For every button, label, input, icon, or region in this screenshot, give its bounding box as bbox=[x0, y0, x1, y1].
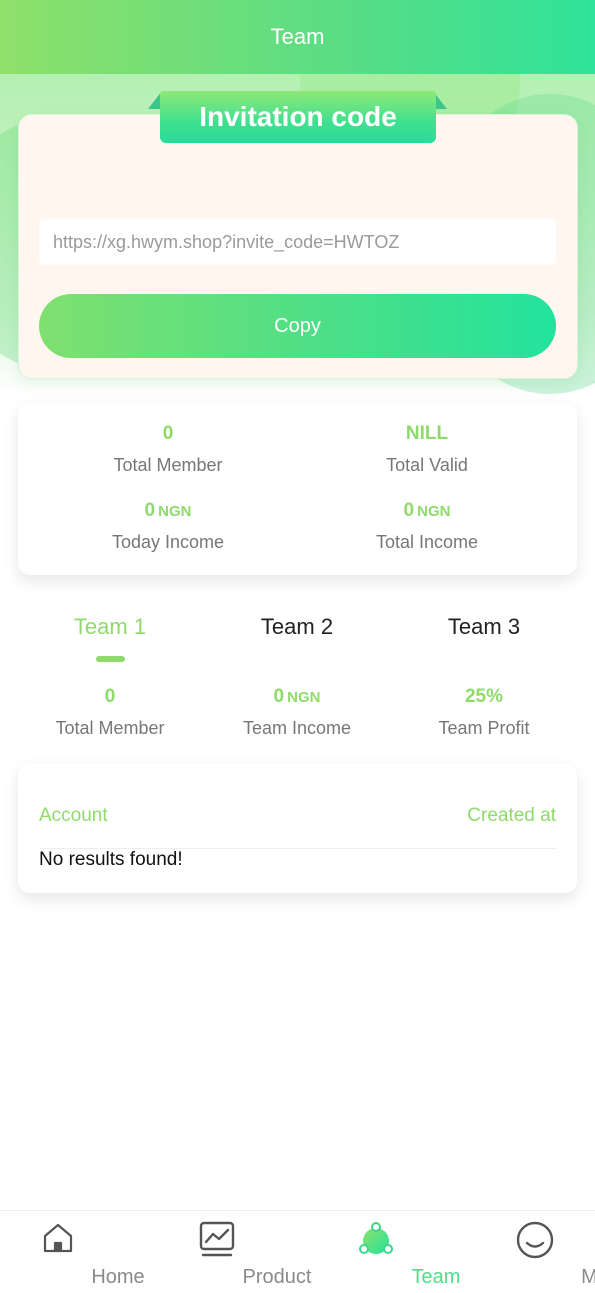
stat-label: Today Income bbox=[111, 532, 225, 552]
home-icon bbox=[41, 1221, 75, 1260]
team-stat-profit: 25% Team Profit bbox=[389, 686, 579, 739]
stat-total-income: 0 NGN Total Income bbox=[307, 500, 547, 553]
invitation-card: Copy bbox=[18, 114, 578, 379]
currency-unit: NGN bbox=[417, 503, 451, 520]
chart-icon bbox=[198, 1221, 236, 1264]
tab-team-2[interactable]: Team 2 bbox=[207, 614, 387, 640]
currency-unit: NGN bbox=[158, 503, 192, 520]
nav-item-team[interactable]: Team bbox=[316, 1211, 460, 1293]
currency-unit: NGN bbox=[287, 689, 321, 706]
column-header-created-at: Created at bbox=[467, 805, 556, 826]
active-tab-indicator bbox=[96, 656, 125, 662]
nav-item-home[interactable]: Home bbox=[0, 1211, 145, 1293]
tab-team-3[interactable]: Team 3 bbox=[394, 614, 574, 640]
stat-total-member: 0 Total Member bbox=[48, 423, 288, 476]
stat-label: Total Member bbox=[113, 455, 223, 475]
nav-item-me[interactable]: Me bbox=[475, 1211, 595, 1293]
invite-link-field[interactable] bbox=[39, 219, 556, 265]
stat-value: 0 NGN bbox=[202, 686, 392, 710]
team-icon bbox=[358, 1221, 394, 1262]
stat-label: Team Income bbox=[242, 718, 352, 738]
team-tabs: Team 1 Team 2 Team 3 bbox=[0, 614, 595, 664]
invitation-code-title: Invitation code bbox=[199, 101, 397, 132]
tab-team-1[interactable]: Team 1 bbox=[20, 614, 200, 640]
list-header: Account Created at bbox=[39, 805, 556, 849]
stat-label: Total Valid bbox=[386, 455, 468, 475]
stat-label: Team Profit bbox=[438, 718, 530, 738]
page-title: Team bbox=[270, 24, 325, 49]
profile-icon bbox=[516, 1221, 554, 1264]
team-summary-card: 0 Total Member NILL Total Valid 0 NGN Tod… bbox=[18, 403, 577, 575]
stat-value: 0 bbox=[162, 423, 174, 444]
page-header: Team bbox=[0, 0, 595, 74]
stat-value: 0 NGN bbox=[307, 500, 547, 524]
stat-value: 25% bbox=[464, 686, 504, 707]
team-stat-member: 0 Total Member bbox=[15, 686, 205, 739]
stat-value: NILL bbox=[405, 423, 449, 444]
stat-amount: 0 bbox=[144, 500, 156, 521]
team-stat-income: 0 NGN Team Income bbox=[202, 686, 392, 739]
stat-amount: 0 bbox=[403, 500, 415, 521]
bottom-navigation: Home Product Team M bbox=[0, 1210, 595, 1293]
nav-label: Me bbox=[581, 1266, 595, 1288]
stat-label: Total Income bbox=[375, 532, 479, 552]
team-stats: 0 Total Member 0 NGN Team Income 25% Team… bbox=[0, 686, 595, 746]
stat-value: 0 bbox=[104, 686, 116, 707]
stat-today-income: 0 NGN Today Income bbox=[48, 500, 288, 553]
empty-state-message: No results found! bbox=[39, 849, 183, 870]
stat-amount: 0 bbox=[273, 686, 285, 707]
column-header-account: Account bbox=[39, 805, 108, 826]
stat-value: 0 NGN bbox=[48, 500, 288, 524]
invitation-code-ribbon: Invitation code bbox=[160, 91, 436, 143]
stat-total-valid: NILL Total Valid bbox=[307, 423, 547, 476]
stat-label: Total Member bbox=[55, 718, 165, 738]
copy-button[interactable]: Copy bbox=[39, 294, 556, 358]
team-members-list: Account Created at No results found! bbox=[18, 764, 577, 893]
nav-item-product[interactable]: Product bbox=[157, 1211, 311, 1293]
